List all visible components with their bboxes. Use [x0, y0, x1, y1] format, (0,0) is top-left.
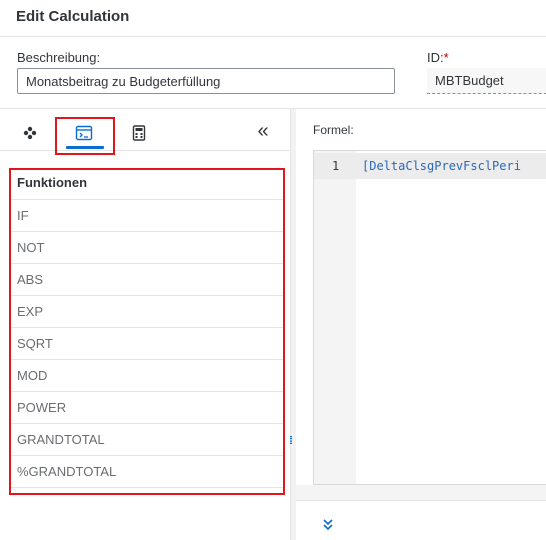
id-label-text: ID:: [427, 50, 444, 65]
dialog-header: Edit Calculation: [0, 0, 546, 37]
collapse-panel-button[interactable]: «: [250, 118, 276, 146]
line-number: 1: [332, 159, 340, 173]
list-item[interactable]: %GRANDTOTAL: [10, 456, 284, 488]
cube-icon: [23, 126, 37, 140]
list-item[interactable]: POWER: [10, 392, 284, 424]
selected-tab-indicator: [66, 146, 104, 149]
list-item[interactable]: IF: [10, 200, 284, 232]
double-chevron-left-icon: «: [257, 120, 269, 142]
functions-list-header: Funktionen: [10, 169, 284, 200]
formula-editor[interactable]: 1 [DeltaClsgPrevFsclPeri: [313, 150, 546, 485]
id-label: ID:*: [427, 50, 449, 65]
list-item[interactable]: EXP: [10, 296, 284, 328]
formula-label: Formel:: [313, 123, 354, 137]
list-item[interactable]: GRANDTOTAL: [10, 424, 284, 456]
list-item[interactable]: ABS: [10, 264, 284, 296]
line-number-gutter: [314, 151, 356, 484]
id-input[interactable]: MBTBudget: [427, 68, 546, 94]
tabs-divider: [0, 150, 290, 151]
dialog-title: Edit Calculation: [16, 8, 130, 25]
editor-footer-spacer: [296, 485, 546, 500]
list-item[interactable]: MOD: [10, 360, 284, 392]
description-input[interactable]: Monatsbeitrag zu Budgeterfüllung: [17, 68, 395, 94]
description-label: Beschreibung:: [17, 50, 101, 65]
edit-calculation-dialog: Edit Calculation Beschreibung: Monatsbei…: [0, 0, 546, 540]
tab-calculator[interactable]: [124, 117, 154, 149]
splitter-grip-icon[interactable]: ⁞⁞: [289, 435, 293, 447]
required-marker: *: [443, 50, 449, 65]
function-icon: [75, 125, 93, 141]
functions-list: Funktionen IF NOT ABS EXP SQRT MOD POWER…: [10, 169, 284, 488]
expand-button[interactable]: [318, 518, 338, 538]
chevron-double-down-icon: [323, 519, 333, 531]
tab-dimensions[interactable]: [14, 117, 46, 149]
formula-code[interactable]: [DeltaClsgPrevFsclPeri: [362, 159, 521, 173]
panel-splitter[interactable]: [290, 109, 296, 540]
tab-functions[interactable]: [60, 117, 108, 149]
list-item[interactable]: NOT: [10, 232, 284, 264]
calculator-icon: [132, 125, 146, 141]
list-item[interactable]: SQRT: [10, 328, 284, 360]
